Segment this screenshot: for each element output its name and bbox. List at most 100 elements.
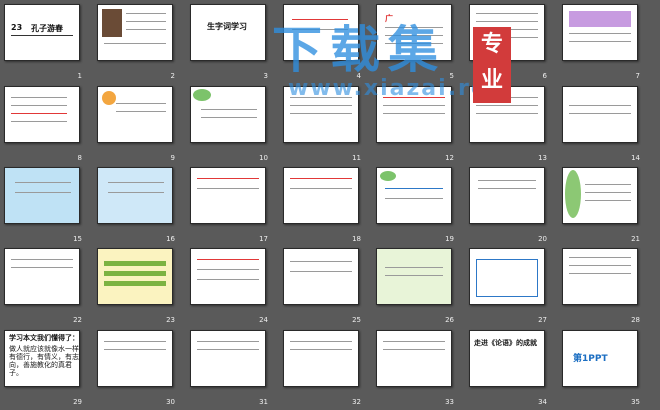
slide-number: 20	[538, 235, 547, 243]
slide-thumbnail-14[interactable]	[562, 86, 638, 143]
slide-thumbnail-9[interactable]	[97, 86, 173, 143]
text-line	[197, 279, 259, 280]
slide-number: 3	[263, 72, 268, 80]
text-line	[116, 111, 166, 112]
slide-number: 32	[352, 398, 361, 406]
text-line	[383, 105, 445, 106]
text-line	[290, 341, 352, 342]
text-line	[569, 41, 631, 42]
slide-thumbnail-27[interactable]	[469, 248, 545, 305]
slide-thumbnail-19[interactable]	[376, 167, 452, 224]
text-line	[385, 198, 443, 199]
text-line	[15, 182, 71, 183]
leaf-border-icon	[565, 170, 581, 218]
slide-thumbnail-10[interactable]	[190, 86, 266, 143]
slide-number: 27	[538, 316, 547, 324]
slide-thumbnail-30[interactable]	[97, 330, 173, 387]
slide-number: 2	[170, 72, 175, 80]
slide-1-number: 23	[11, 23, 23, 32]
text-line	[104, 349, 166, 350]
text-line	[585, 184, 631, 185]
slide-number: 23	[166, 316, 175, 324]
text-line	[290, 349, 352, 350]
slide-34-title: 走进《论语》的成就	[474, 339, 537, 347]
slide-thumbnail-21[interactable]	[562, 167, 638, 224]
slide-thumbnail-2[interactable]	[97, 4, 173, 61]
slide-number: 8	[77, 154, 82, 162]
text-line	[290, 271, 352, 272]
slide-thumbnail-25[interactable]	[283, 248, 359, 305]
slide-thumbnail-31[interactable]	[190, 330, 266, 387]
text-line	[197, 188, 259, 189]
slide-1-title: 孔子游春	[31, 24, 63, 33]
slide-number: 10	[259, 154, 268, 162]
slide-number: 22	[73, 316, 82, 324]
slide-number: 21	[631, 235, 640, 243]
text-line	[476, 113, 538, 114]
slide-thumbnail-8[interactable]	[4, 86, 80, 143]
slide-thumbnail-16[interactable]	[97, 167, 173, 224]
slide-number: 19	[445, 235, 454, 243]
slide-thumbnail-3[interactable]: 生字词学习	[190, 4, 266, 61]
slide-thumbnail-34[interactable]: 走进《论语》的成就	[469, 330, 545, 387]
slide-thumbnail-33[interactable]	[376, 330, 452, 387]
watermark-title: 下载集	[272, 21, 446, 79]
text-line	[126, 29, 166, 30]
text-line	[385, 267, 443, 268]
slide-thumbnail-1[interactable]: 23 孔子游春	[4, 4, 80, 61]
text-line	[290, 105, 352, 106]
purple-banner	[569, 11, 631, 27]
slide-thumbnail-17[interactable]	[190, 167, 266, 224]
table-frame	[476, 259, 538, 297]
slide-thumbnail-23[interactable]	[97, 248, 173, 305]
slide-number: 26	[445, 316, 454, 324]
slide-number: 35	[631, 398, 640, 406]
slide-number: 17	[259, 235, 268, 243]
slide-number: 13	[538, 154, 547, 162]
slide-thumbnail-26[interactable]	[376, 248, 452, 305]
slide-thumbnail-29[interactable]: 学习本文我们懂得了： 做人就应该就像水一样有德行，有情义，有志向，善施教化的真君…	[4, 330, 80, 387]
slide-thumbnail-24[interactable]	[190, 248, 266, 305]
confucius-portrait-icon	[102, 9, 122, 37]
slide-3-title: 生字词学习	[207, 22, 247, 31]
slide-thumbnail-32[interactable]	[283, 330, 359, 387]
text-line	[383, 341, 445, 342]
slide-number: 14	[631, 154, 640, 162]
text-line	[104, 341, 166, 342]
slide-thumbnail-28[interactable]	[562, 248, 638, 305]
text-line	[385, 275, 443, 276]
text-line	[126, 21, 166, 22]
slide-number: 12	[445, 154, 454, 162]
green-bar	[104, 281, 166, 286]
text-line	[11, 105, 67, 106]
leaf-icon	[193, 89, 211, 101]
text-line-red	[197, 259, 259, 260]
slide-number: 24	[259, 316, 268, 324]
text-line	[197, 341, 259, 342]
slide-number: 9	[170, 154, 175, 162]
text-line	[197, 269, 259, 270]
text-line	[476, 21, 538, 22]
slide-thumbnail-22[interactable]	[4, 248, 80, 305]
slide-number: 33	[445, 398, 454, 406]
text-line	[569, 105, 631, 106]
text-line	[126, 13, 166, 14]
text-line	[11, 259, 73, 260]
slide-thumbnail-7[interactable]	[562, 4, 638, 61]
text-line	[197, 349, 259, 350]
green-bar	[104, 261, 166, 266]
slide-29-body: 做人就应该就像水一样有德行，有情义，有志向，善施教化的真君子。	[9, 345, 79, 377]
text-line	[569, 113, 631, 114]
text-line	[290, 261, 352, 262]
slide-29-title: 学习本文我们懂得了：	[9, 334, 79, 342]
leaf-icon	[380, 171, 396, 181]
slide-thumbnail-18[interactable]	[283, 167, 359, 224]
slide-number: 25	[352, 316, 361, 324]
text-line	[569, 257, 631, 258]
text-line	[383, 349, 445, 350]
slide-thumbnail-15[interactable]	[4, 167, 80, 224]
slide-thumbnail-35[interactable]: 第1PPT	[562, 330, 638, 387]
slide-thumbnail-20[interactable]	[469, 167, 545, 224]
slide-number: 18	[352, 235, 361, 243]
text-line-blue	[385, 188, 443, 189]
